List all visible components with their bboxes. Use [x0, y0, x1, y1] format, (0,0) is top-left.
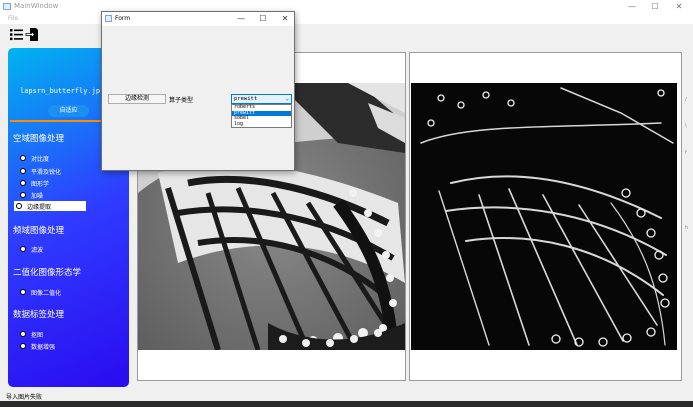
sidebar-item-noise[interactable]: 加噪 [18, 190, 88, 200]
radio-icon [20, 343, 26, 349]
edge-text-2: \ [685, 123, 687, 129]
form-title: Form [115, 15, 131, 22]
export-icon[interactable] [25, 27, 40, 42]
form-dialog: Form — ☐ ✕ 边缘检测 算子类型 prewitt ⌄ roberts p… [101, 11, 295, 171]
adaptive-button[interactable]: 自适应 [48, 105, 89, 117]
status-text: 导入图片失败 [6, 394, 43, 401]
sidebar-item-morphology[interactable]: 图形学 [18, 178, 88, 188]
radio-icon [16, 203, 22, 209]
list-icon[interactable] [9, 27, 24, 42]
radio-icon [20, 168, 26, 174]
radio-icon [20, 331, 26, 337]
option-log[interactable]: log [232, 121, 291, 128]
sidebar-item-binarize[interactable]: 图像二值化 [18, 287, 88, 297]
sidebar-item-matting[interactable]: 抠图 [18, 329, 88, 339]
edge-text-3: f [685, 150, 687, 156]
operator-type-label: 算子类型 [169, 97, 194, 104]
sidebar-item-filter[interactable]: 滤波 [18, 244, 88, 254]
sidebar-item-smooth-sharpen[interactable]: 平滑及锐化 [18, 166, 88, 176]
section-title-frequency: 频域图像处理 [13, 226, 65, 236]
operator-combo[interactable]: prewitt ⌄ [231, 94, 292, 104]
edge-detect-button[interactable]: 边缘检测 [108, 94, 166, 104]
chevron-down-icon: ⌄ [285, 95, 289, 102]
minimize-button[interactable]: — [620, 0, 644, 14]
form-close-button[interactable]: ✕ [274, 12, 296, 26]
result-image [411, 83, 677, 350]
app-icon [3, 3, 11, 10]
operator-dropdown: roberts prewitt sobel log [231, 104, 292, 128]
form-minimize-button[interactable]: — [230, 12, 252, 26]
sidebar-item-edge-extraction[interactable]: 边缘提取 [14, 201, 86, 211]
window-title: MainWindow [14, 2, 59, 10]
status-bar [0, 392, 693, 401]
section-title-label: 数据标签处理 [13, 310, 65, 320]
radio-icon [20, 155, 26, 161]
sidebar-item-augment[interactable]: 数据增强 [18, 341, 88, 351]
radio-icon [20, 246, 26, 252]
section-title-binary: 二值化图像形态学 [13, 268, 82, 278]
sidebar-item-contrast[interactable]: 对比度 [18, 153, 88, 163]
radio-icon [20, 192, 26, 198]
edge-text-1: / [685, 97, 687, 103]
edge-text-4: h [685, 225, 689, 231]
form-app-icon [105, 15, 112, 22]
close-button[interactable]: ✕ [667, 0, 691, 14]
operator-combo-value: prewitt [234, 96, 258, 102]
file-name-label: lapsrn_butterfly.jp [20, 87, 100, 95]
section-title-spatial: 空域图像处理 [13, 134, 65, 144]
radio-icon [20, 180, 26, 186]
radio-icon [20, 289, 26, 295]
form-maximize-button[interactable]: ☐ [252, 12, 274, 26]
maximize-button[interactable]: ☐ [643, 0, 667, 14]
menu-file[interactable]: File [8, 15, 18, 22]
